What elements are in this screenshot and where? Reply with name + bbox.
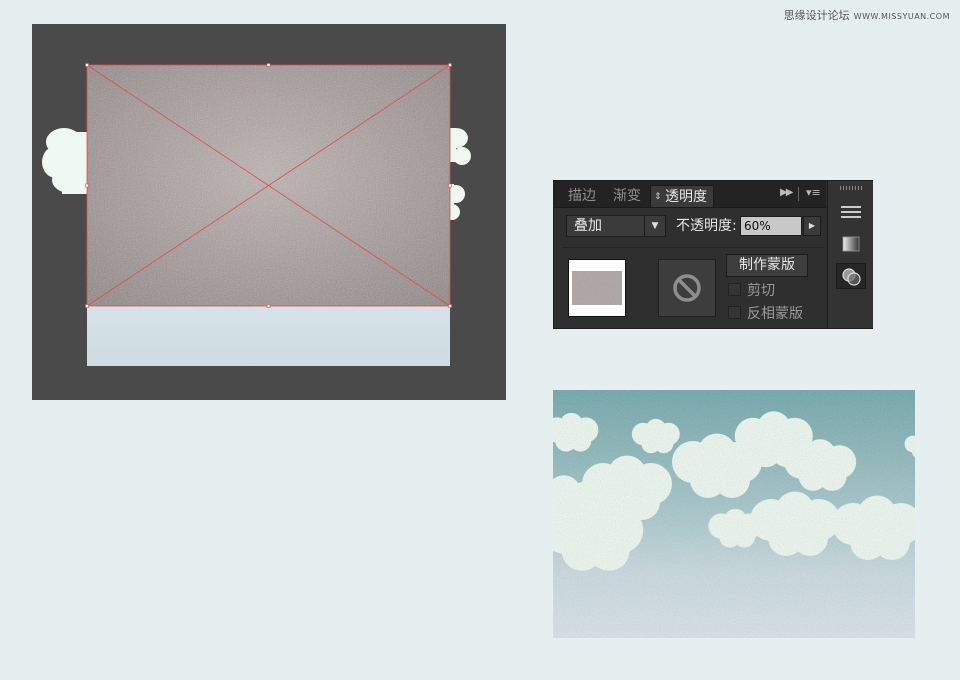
opacity-input[interactable] xyxy=(740,216,802,236)
invert-mask-checkbox[interactable]: 反相蒙版 xyxy=(728,305,812,323)
tab-stroke[interactable]: 描边 xyxy=(562,185,602,207)
make-mask-button[interactable]: 制作蒙版 xyxy=(726,254,808,277)
blend-mode-value: 叠加 xyxy=(574,218,602,234)
artboard-artwork xyxy=(42,63,471,366)
watermark-text: 思缘设计论坛 xyxy=(783,9,850,22)
thumbnail-texture xyxy=(572,271,622,305)
collapse-arrows-icon[interactable]: ▶▶ xyxy=(780,187,793,198)
chevron-down-icon[interactable]: ▼ xyxy=(644,216,665,236)
side-dock xyxy=(827,181,873,328)
artwork-thumbnail[interactable] xyxy=(568,259,626,317)
blend-mode-select[interactable]: 叠加 ▼ xyxy=(566,215,666,237)
invert-mask-label: 反相蒙版 xyxy=(747,306,803,322)
tab-transparency-label: 透明度 xyxy=(665,189,707,205)
artboard-canvas[interactable] xyxy=(32,24,506,400)
watermark: 思缘设计论坛 WWW.MISSYUAN.COM xyxy=(784,7,950,23)
tab-sort-icon: ⇕ xyxy=(654,192,662,202)
dock-grip[interactable] xyxy=(840,186,862,190)
sky-preview-image xyxy=(553,390,915,638)
menu-lines-icon[interactable] xyxy=(836,199,866,225)
clip-label: 剪切 xyxy=(747,283,775,299)
sky-preview-artwork xyxy=(553,390,915,638)
watermark-site: WWW.MISSYUAN.COM xyxy=(853,12,950,21)
sky-band xyxy=(87,306,450,366)
checkbox-box[interactable] xyxy=(728,306,741,319)
checkbox-box[interactable] xyxy=(728,283,741,296)
opacity-label: 不透明度: xyxy=(676,218,737,234)
no-mask-icon xyxy=(673,274,701,302)
panel-tab-bar: 描边 渐变 ⇕ 透明度 ▶▶ ▾≡ xyxy=(554,181,826,208)
clip-checkbox[interactable]: 剪切 xyxy=(728,282,812,300)
tab-divider xyxy=(798,187,799,201)
tab-transparency[interactable]: ⇕ 透明度 xyxy=(650,185,714,207)
opacity-arrow-button[interactable]: ▶ xyxy=(803,216,821,236)
panel-menu-icon[interactable]: ▾≡ xyxy=(806,186,821,199)
tab-gradient[interactable]: 渐变 xyxy=(607,185,647,207)
transparency-panel: 描边 渐变 ⇕ 透明度 ▶▶ ▾≡ 叠加 ▼ 不透明度: ▶ xyxy=(553,180,873,329)
mask-slot[interactable] xyxy=(658,259,716,317)
panel-divider xyxy=(562,247,824,248)
gradient-swatch-icon[interactable] xyxy=(836,231,866,257)
cloud-left xyxy=(42,128,92,194)
transparency-circles-icon[interactable] xyxy=(836,263,866,289)
